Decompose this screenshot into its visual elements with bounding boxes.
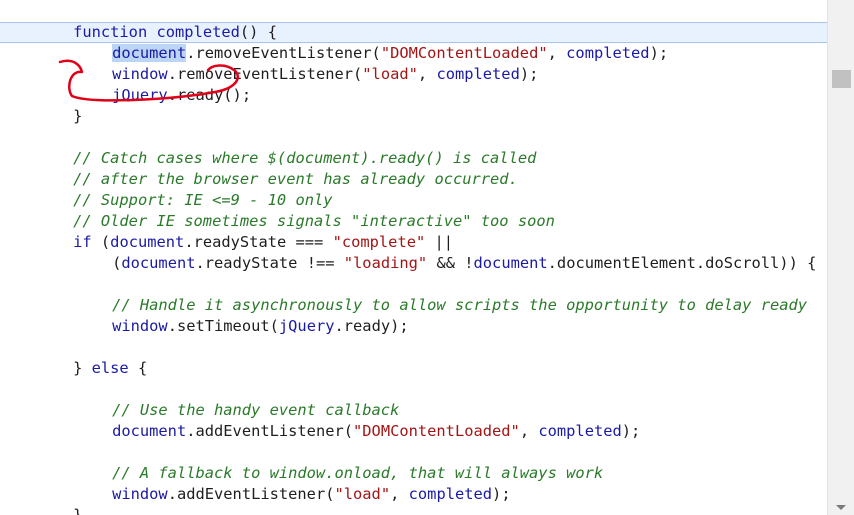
code-line-15[interactable]: window.setTimeout(jQuery.ready); — [75, 295, 409, 335]
operator: && ! — [427, 254, 474, 272]
punct: ); — [492, 485, 511, 503]
method: .addEventListener( — [167, 485, 335, 503]
code-line-10[interactable]: // Older IE sometimes signals "interacti… — [36, 190, 555, 230]
identifier: completed — [566, 44, 650, 62]
punct: , — [417, 65, 437, 83]
code-line-9[interactable]: // Support: IE <=9 - 10 only — [36, 169, 332, 209]
keyword-else: else — [91, 359, 129, 377]
method: .ready(); — [167, 86, 252, 104]
brace: { — [128, 359, 148, 377]
code-line-1[interactable]: function completed() { — [36, 1, 277, 41]
code-line-17[interactable]: } else { — [36, 337, 147, 377]
code-editor[interactable]: function completed() { document.removeEv… — [0, 0, 827, 515]
code-line-2[interactable]: document.removeEventListener("DOMContent… — [75, 22, 668, 62]
identifier: completed — [436, 65, 520, 83]
string: "loading" — [343, 254, 428, 272]
method: .setTimeout( — [167, 317, 279, 335]
method: .addEventListener( — [186, 422, 354, 440]
identifier: completed — [408, 485, 493, 503]
string: "DOMContentLoaded" — [353, 422, 520, 440]
code-line-20[interactable]: document.addEventListener("DOMContentLoa… — [75, 400, 640, 440]
brace: } — [73, 359, 92, 377]
code-line-23[interactable]: window.addEventListener("load", complete… — [75, 463, 511, 503]
brace: } — [73, 506, 83, 515]
code-line-12[interactable]: (document.readyState !== "loading" && !d… — [75, 232, 816, 272]
string: "load" — [362, 65, 418, 83]
punct: ( — [112, 254, 122, 272]
punct: ); — [621, 422, 641, 440]
code-line-5[interactable]: } — [36, 85, 82, 125]
brace: } — [73, 107, 83, 125]
identifier: document — [473, 254, 548, 272]
code-line-3[interactable]: window.removeEventListener("load", compl… — [75, 43, 538, 83]
vertical-scrollbar[interactable] — [827, 0, 854, 515]
identifier: completed — [538, 422, 622, 440]
identifier: document — [112, 422, 187, 440]
scroll-down-arrow-icon[interactable] — [836, 505, 846, 510]
punct: .ready); — [334, 317, 409, 335]
property: .readyState !== — [195, 254, 344, 272]
punct: ); — [519, 65, 539, 83]
punct: , — [547, 44, 567, 62]
punct: , — [390, 485, 409, 503]
identifier: jQuery — [278, 317, 335, 335]
scrollbar-thumb[interactable] — [832, 70, 851, 88]
identifier: document — [121, 254, 196, 272]
identifier: window — [112, 317, 168, 335]
code-line-24[interactable]: } — [36, 484, 82, 515]
property: .documentElement.doScroll)) { — [547, 254, 817, 272]
punct: , — [519, 422, 539, 440]
string: "load" — [334, 485, 391, 503]
code-line-22[interactable]: // A fallback to window.onload, that wil… — [75, 442, 603, 482]
code-line-19[interactable]: // Use the handy event callback — [75, 379, 399, 419]
code-line-8[interactable]: // after the browser event has already o… — [36, 148, 518, 188]
code-line-11[interactable]: if (document.readyState === "complete" |… — [36, 211, 453, 251]
code-line-14[interactable]: // Handle it asynchronously to allow scr… — [75, 274, 807, 314]
identifier: window — [112, 485, 168, 503]
code-line-4[interactable]: jQuery.ready(); — [75, 64, 251, 104]
punct: ); — [649, 44, 669, 62]
identifier: jQuery — [112, 86, 168, 104]
code-line-7[interactable]: // Catch cases where $(document).ready()… — [36, 127, 536, 167]
